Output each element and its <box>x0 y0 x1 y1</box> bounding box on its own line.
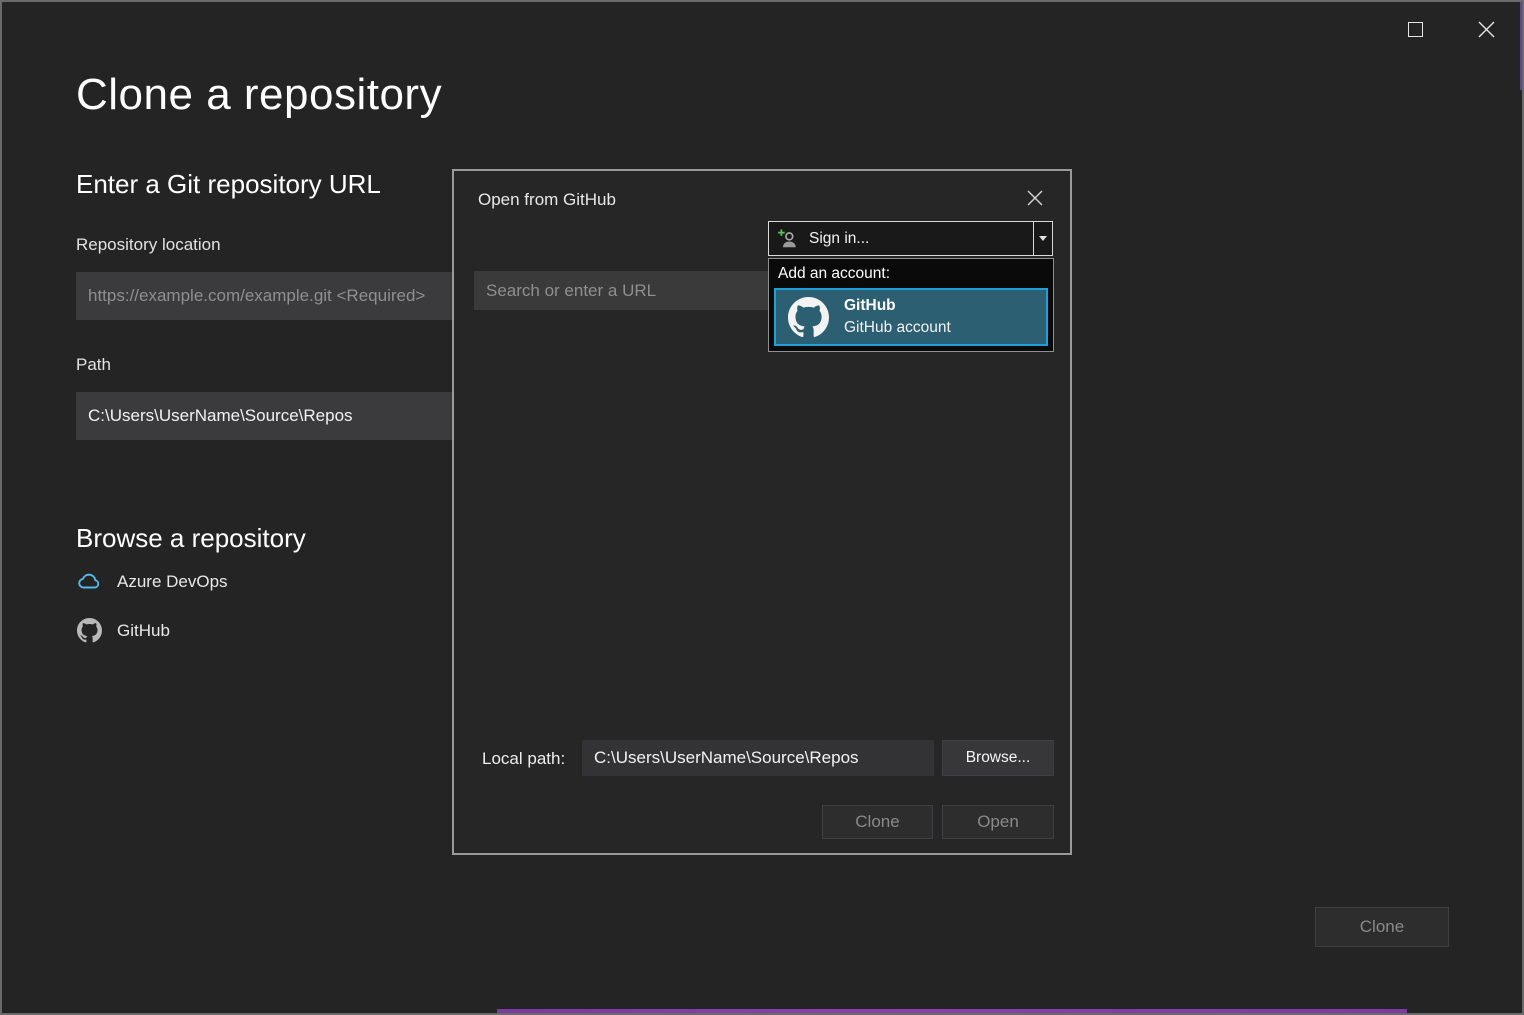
account-text: GitHub GitHub account <box>844 295 951 339</box>
add-person-icon <box>777 228 799 250</box>
sign-in-label: Sign in... <box>809 230 869 248</box>
dialog-title: Open from GitHub <box>478 190 616 210</box>
account-menu-header: Add an account: <box>769 259 1053 288</box>
repository-location-input[interactable] <box>76 272 458 320</box>
browse-item-label: Azure DevOps <box>117 572 228 592</box>
clone-button[interactable]: Clone <box>1315 907 1449 947</box>
browse-section-heading: Browse a repository <box>76 523 306 554</box>
close-icon <box>1478 21 1495 38</box>
path-input[interactable] <box>76 392 458 440</box>
browse-button[interactable]: Browse... <box>942 740 1054 776</box>
page-title: Clone a repository <box>76 70 442 120</box>
window-close-button[interactable] <box>1469 12 1503 46</box>
browse-item-azure-devops[interactable]: Azure DevOps <box>76 572 228 592</box>
sign-in-button[interactable]: Sign in... <box>769 222 1033 255</box>
account-name: GitHub <box>844 295 951 317</box>
path-label: Path <box>76 355 111 375</box>
account-description: GitHub account <box>844 317 951 339</box>
sign-in-split-button: Sign in... <box>768 221 1053 256</box>
repository-location-label: Repository location <box>76 235 221 255</box>
background-status-bar-strip <box>497 1009 1407 1013</box>
clone-repository-window: Clone a repository Enter a Git repositor… <box>0 0 1524 1015</box>
maximize-button[interactable] <box>1398 12 1432 46</box>
open-from-github-dialog: Open from GitHub Sign in... <box>452 169 1072 855</box>
maximize-icon <box>1408 22 1423 37</box>
dialog-open-button[interactable]: Open <box>942 805 1054 839</box>
dialog-clone-button[interactable]: Clone <box>822 805 933 839</box>
background-accent-line <box>1520 2 1522 90</box>
local-path-input[interactable] <box>582 740 934 776</box>
sign-in-dropdown-button[interactable] <box>1033 222 1052 255</box>
browse-item-github[interactable]: GitHub <box>76 618 170 643</box>
browse-item-label: GitHub <box>117 621 170 641</box>
github-icon <box>76 618 102 643</box>
chevron-down-icon <box>1039 236 1047 241</box>
dialog-close-button[interactable] <box>1022 185 1048 211</box>
azure-devops-cloud-icon <box>76 573 102 591</box>
add-account-menu: Add an account: GitHub GitHub account <box>768 258 1054 352</box>
url-section-heading: Enter a Git repository URL <box>76 169 381 200</box>
account-menu-item-github[interactable]: GitHub GitHub account <box>774 288 1048 346</box>
local-path-label: Local path: <box>482 749 565 769</box>
close-icon <box>1027 190 1043 206</box>
github-logo-icon <box>788 297 829 338</box>
